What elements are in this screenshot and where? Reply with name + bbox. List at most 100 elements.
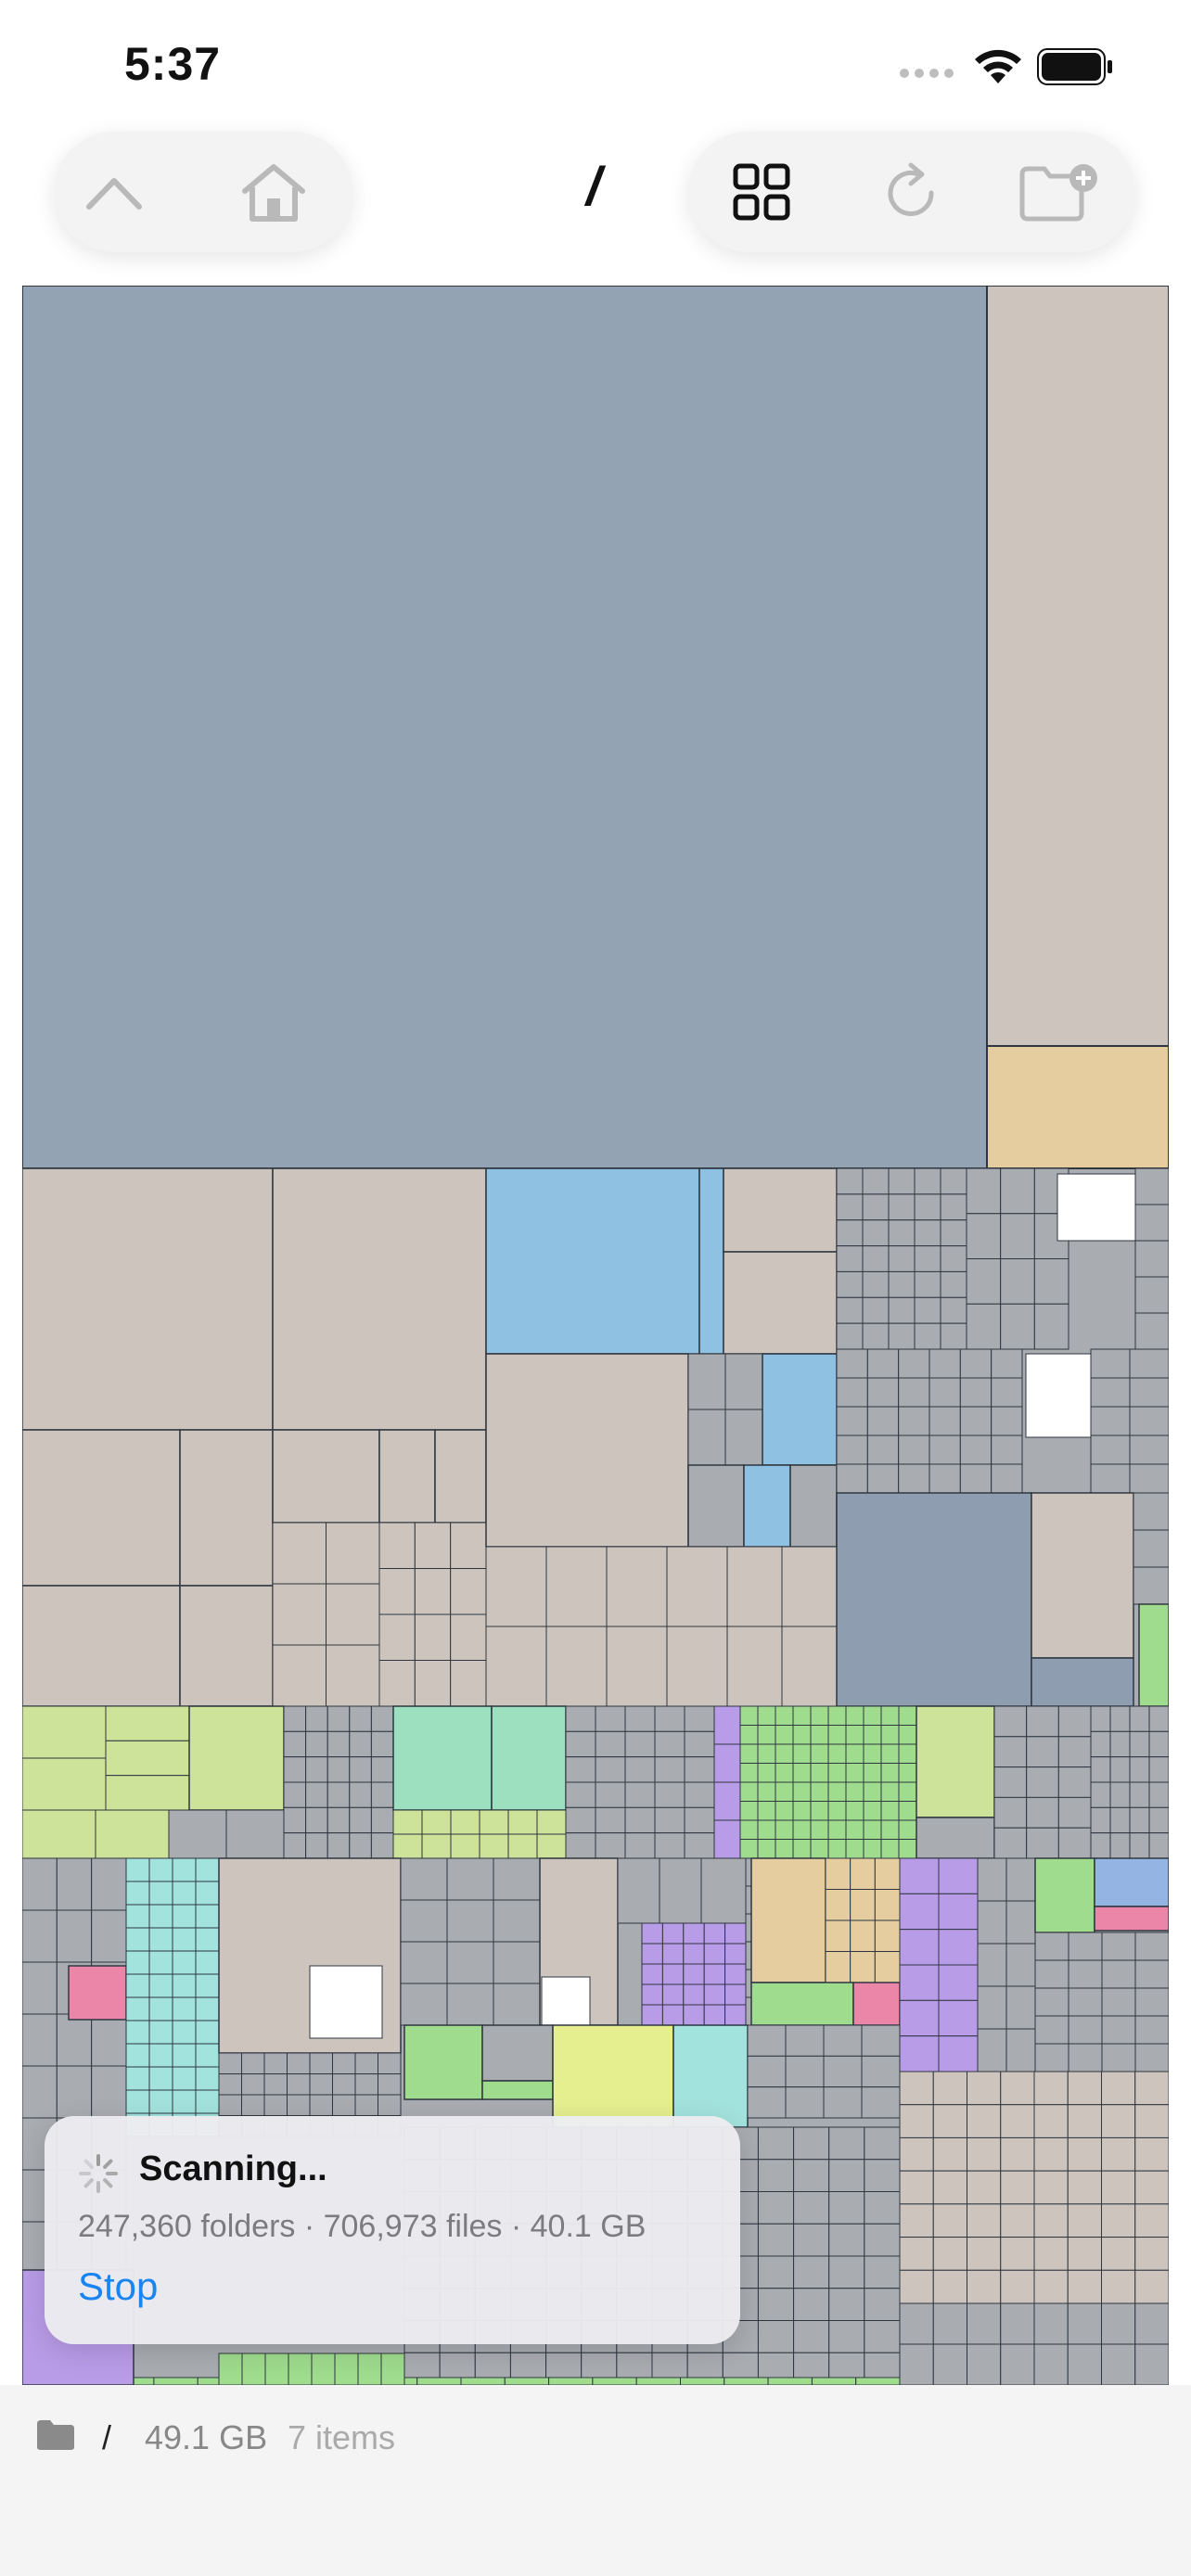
treemap-cell[interactable]: [1000, 1167, 1035, 1215]
treemap-cell[interactable]: [932, 2071, 967, 2106]
treemap-cell[interactable]: [172, 2089, 197, 2114]
treemap-cell[interactable]: [861, 2086, 901, 2119]
treemap-cell[interactable]: [1067, 2237, 1102, 2271]
treemap-cell[interactable]: [595, 1806, 626, 1834]
treemap-cell[interactable]: [991, 1348, 1023, 1379]
treemap-cell[interactable]: [1101, 2104, 1136, 2138]
treemap-cell[interactable]: [724, 1922, 747, 1945]
treemap-cell[interactable]: [22, 1757, 107, 1811]
treemap-cell[interactable]: [263, 2052, 288, 2074]
treemap-cell[interactable]: [22, 1857, 58, 1911]
treemap-cell[interactable]: [932, 2136, 967, 2172]
treemap-cell[interactable]: [327, 1781, 351, 1808]
treemap-cell[interactable]: [1101, 2015, 1136, 2045]
treemap-cell[interactable]: [793, 2320, 830, 2353]
treemap-cell[interactable]: [862, 1219, 890, 1247]
treemap-cell[interactable]: [1129, 1377, 1169, 1408]
treemap-cell[interactable]: [775, 1839, 794, 1859]
treemap-cell[interactable]: [899, 1964, 940, 2001]
treemap-cell[interactable]: [378, 2052, 402, 2074]
treemap-cell[interactable]: [1033, 2071, 1069, 2106]
treemap-cell[interactable]: [378, 1522, 416, 1569]
treemap-cell[interactable]: [378, 1613, 416, 1661]
treemap-cell[interactable]: [1134, 2015, 1169, 2045]
treemap-cell[interactable]: [792, 1801, 812, 1821]
treemap-cell[interactable]: [757, 2126, 795, 2161]
treemap-cell[interactable]: [863, 1725, 882, 1745]
treemap-cell[interactable]: [940, 1245, 967, 1272]
treemap-cell[interactable]: [775, 1819, 794, 1840]
treemap-cell[interactable]: [899, 2035, 940, 2072]
treemap-cell[interactable]: [1134, 2071, 1169, 2106]
treemap-cell[interactable]: [932, 2237, 967, 2271]
treemap-cell[interactable]: [845, 1705, 864, 1726]
treemap-cell[interactable]: [536, 1809, 567, 1835]
treemap-cell[interactable]: [898, 1435, 930, 1465]
treemap-cell[interactable]: [148, 2020, 173, 2045]
treemap-cell[interactable]: [595, 1756, 626, 1783]
treemap-cell[interactable]: [781, 1626, 838, 1707]
treemap-cell[interactable]: [125, 1881, 150, 1906]
treemap-cell[interactable]: [479, 1809, 509, 1835]
treemap-cell[interactable]: [863, 1743, 882, 1764]
treemap-cell[interactable]: [309, 2094, 333, 2116]
treemap-cell[interactable]: [287, 2094, 311, 2116]
treemap-cell[interactable]: [966, 1167, 1002, 1215]
treemap-cell[interactable]: [845, 1819, 864, 1840]
treemap-cell[interactable]: [378, 2094, 402, 2116]
treemap-cell[interactable]: [864, 2255, 901, 2289]
treemap-cell[interactable]: [713, 1819, 741, 1859]
treemap-cell[interactable]: [1026, 1827, 1059, 1859]
treemap-cell[interactable]: [1026, 1796, 1059, 1829]
treemap-cell[interactable]: [1067, 2343, 1102, 2385]
treemap-cell[interactable]: [68, 1965, 127, 2021]
treemap-cell[interactable]: [661, 2004, 685, 2026]
treemap-cell[interactable]: [855, 2377, 901, 2385]
treemap-cell[interactable]: [928, 1377, 961, 1408]
treemap-cell[interactable]: [827, 1801, 847, 1821]
treemap-cell[interactable]: [287, 2052, 311, 2074]
treemap-cell[interactable]: [624, 1781, 656, 1808]
treemap-cell[interactable]: [1090, 1463, 1131, 1494]
treemap-cell[interactable]: [654, 1781, 685, 1808]
treemap-cell[interactable]: [845, 1801, 864, 1821]
treemap-cell[interactable]: [863, 1801, 882, 1821]
treemap-cell[interactable]: [792, 1705, 812, 1726]
treemap-cell[interactable]: [966, 1258, 1002, 1305]
treemap-cell[interactable]: [977, 1900, 1007, 1945]
treemap-cell[interactable]: [641, 2004, 663, 2026]
treemap-cell[interactable]: [724, 1353, 763, 1410]
treemap-cell[interactable]: [775, 1781, 794, 1802]
treemap-cell[interactable]: [606, 1626, 668, 1707]
treemap-cell[interactable]: [684, 1705, 715, 1732]
treemap-cell[interactable]: [866, 1377, 900, 1408]
treemap-cell[interactable]: [914, 1296, 941, 1324]
treemap-cell[interactable]: [125, 2043, 150, 2068]
treemap-cell[interactable]: [349, 1756, 372, 1783]
treemap-cell[interactable]: [828, 2288, 865, 2321]
treemap-cell[interactable]: [792, 1725, 812, 1745]
treemap-cell[interactable]: [914, 1219, 941, 1247]
treemap-cell[interactable]: [775, 1743, 794, 1764]
treemap-cell[interactable]: [898, 1781, 917, 1802]
treemap-cell[interactable]: [864, 2223, 901, 2257]
treemap-cell[interactable]: [792, 1819, 812, 1840]
treemap-cell[interactable]: [757, 1781, 776, 1802]
treemap-cell[interactable]: [1101, 2136, 1136, 2172]
home-button[interactable]: [213, 132, 334, 252]
treemap-cell[interactable]: [606, 1546, 668, 1627]
treemap-cell[interactable]: [148, 2043, 173, 2068]
treemap-cell[interactable]: [1000, 2136, 1035, 2172]
treemap-cell[interactable]: [225, 1809, 285, 1859]
treemap-cell[interactable]: [850, 1889, 876, 1921]
treemap-cell[interactable]: [862, 1322, 890, 1350]
treemap[interactable]: [22, 286, 1169, 2385]
treemap-cell[interactable]: [1094, 1906, 1169, 1932]
treemap-cell[interactable]: [991, 1463, 1023, 1494]
treemap-cell-empty[interactable]: [541, 1976, 591, 2026]
treemap-cell[interactable]: [850, 1919, 876, 1952]
treemap-cell[interactable]: [993, 1766, 1028, 1798]
treemap-cell[interactable]: [899, 2237, 934, 2271]
treemap-cell[interactable]: [195, 2089, 220, 2114]
treemap-cell[interactable]: [684, 1756, 715, 1783]
